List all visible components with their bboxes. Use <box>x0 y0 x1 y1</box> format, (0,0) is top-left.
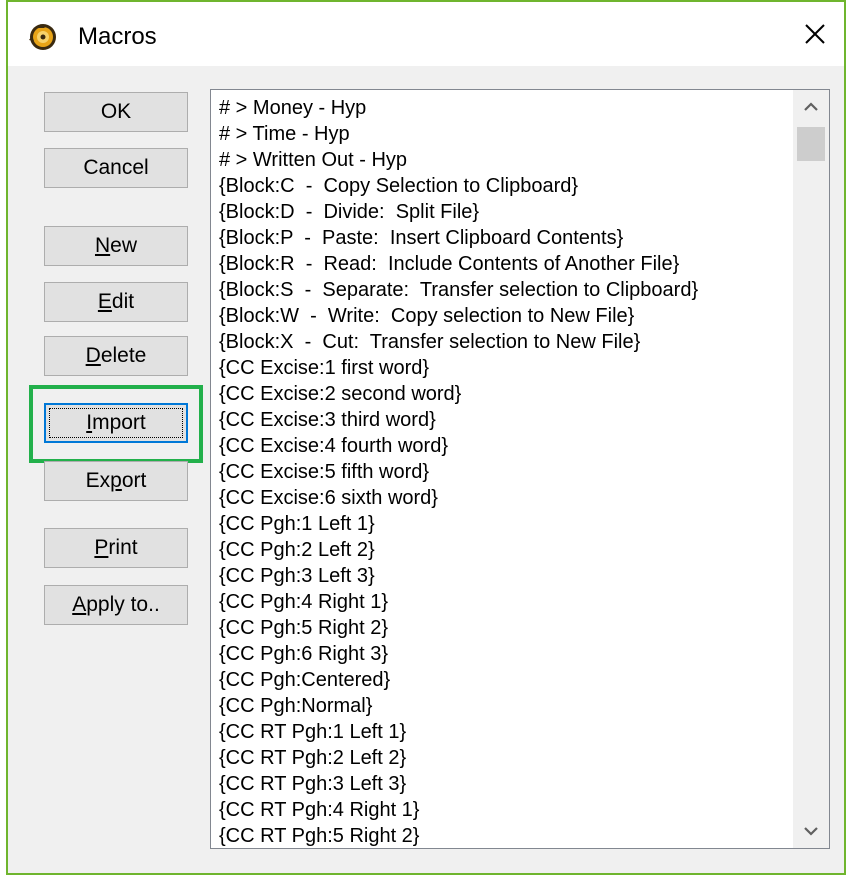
list-item[interactable]: # > Written Out - Hyp <box>219 147 789 173</box>
delete-button[interactable]: Delete <box>44 336 188 376</box>
list-item[interactable]: {CC Pgh:5 Right 2} <box>219 615 789 641</box>
list-item[interactable]: {CC Excise:2 second word} <box>219 381 789 407</box>
list-item[interactable]: {CC Excise:5 fifth word} <box>219 459 789 485</box>
list-item[interactable]: {CC Excise:6 sixth word} <box>219 485 789 511</box>
list-item[interactable]: {Block:D - Divide: Split File} <box>219 199 789 225</box>
list-item[interactable]: # > Money - Hyp <box>219 95 789 121</box>
chevron-up-icon <box>804 102 818 111</box>
delete-button-label: Delete <box>85 344 147 367</box>
list-item[interactable]: {CC RT Pgh:1 Left 1} <box>219 719 789 745</box>
close-icon <box>805 24 825 44</box>
list-item[interactable]: {Block:X - Cut: Transfer selection to Ne… <box>219 329 789 355</box>
ok-button-label: OK <box>100 100 132 123</box>
new-button[interactable]: New <box>44 226 188 266</box>
print-button-label: Print <box>94 536 138 559</box>
list-item[interactable]: {CC Pgh:4 Right 1} <box>219 589 789 615</box>
list-item[interactable]: {CC Pgh:1 Left 1} <box>219 511 789 537</box>
focus-ring <box>49 408 183 438</box>
window-title: Macros <box>78 23 157 50</box>
apply-to-button[interactable]: Apply to.. <box>44 585 188 625</box>
macro-list: # > Money - Hyp # > Time - Hyp # > Written… <box>219 95 789 848</box>
macro-app-icon <box>29 24 56 50</box>
list-item[interactable]: {Block:R - Read: Include Contents of Ano… <box>219 251 789 277</box>
scroll-up-button[interactable] <box>793 90 829 124</box>
new-button-label: New <box>94 234 138 257</box>
list-item[interactable]: {CC Pgh:Normal} <box>219 693 789 719</box>
list-item[interactable]: {CC Excise:1 first word} <box>219 355 789 381</box>
close-button[interactable] <box>792 14 838 54</box>
edit-button[interactable]: Edit <box>44 282 188 322</box>
scroll-down-button[interactable] <box>793 814 829 848</box>
list-item[interactable]: {CC Pgh:2 Left 2} <box>219 537 789 563</box>
apply-to-button-label: Apply to.. <box>72 593 160 616</box>
list-item[interactable]: {Block:C - Copy Selection to Clipboard} <box>219 173 789 199</box>
list-item[interactable]: # > Time - Hyp <box>219 121 789 147</box>
list-item[interactable]: {CC RT Pgh:4 Right 1} <box>219 797 789 823</box>
chevron-down-icon <box>804 827 818 836</box>
list-item[interactable]: {CC RT Pgh:5 Right 2} <box>219 823 789 848</box>
list-item[interactable]: {CC Excise:4 fourth word} <box>219 433 789 459</box>
import-button[interactable]: Import <box>44 403 188 443</box>
export-button[interactable]: Export <box>44 461 188 501</box>
list-item[interactable]: {CC Pgh:Centered} <box>219 667 789 693</box>
export-button-label: Export <box>85 469 147 492</box>
list-item[interactable]: {CC RT Pgh:2 Left 2} <box>219 745 789 771</box>
list-item[interactable]: {CC Pgh:6 Right 3} <box>219 641 789 667</box>
list-item[interactable]: {Block:W - Write: Copy selection to New … <box>219 303 789 329</box>
cancel-button[interactable]: Cancel <box>44 148 188 188</box>
vertical-scrollbar[interactable] <box>793 90 829 848</box>
ok-button[interactable]: OK <box>44 92 188 132</box>
list-item[interactable]: {CC Pgh:3 Left 3} <box>219 563 789 589</box>
list-item[interactable]: {Block:P - Paste: Insert Clipboard Conte… <box>219 225 789 251</box>
list-item[interactable]: {Block:S - Separate: Transfer selection … <box>219 277 789 303</box>
print-button[interactable]: Print <box>44 528 188 568</box>
list-item[interactable]: {CC Excise:3 third word} <box>219 407 789 433</box>
list-item[interactable]: {CC RT Pgh:3 Left 3} <box>219 771 789 797</box>
scroll-thumb[interactable] <box>797 127 825 161</box>
cancel-button-label: Cancel <box>83 156 149 179</box>
macro-listbox[interactable]: # > Money - Hyp # > Time - Hyp # > Written… <box>210 89 830 849</box>
edit-button-label: Edit <box>97 290 135 313</box>
